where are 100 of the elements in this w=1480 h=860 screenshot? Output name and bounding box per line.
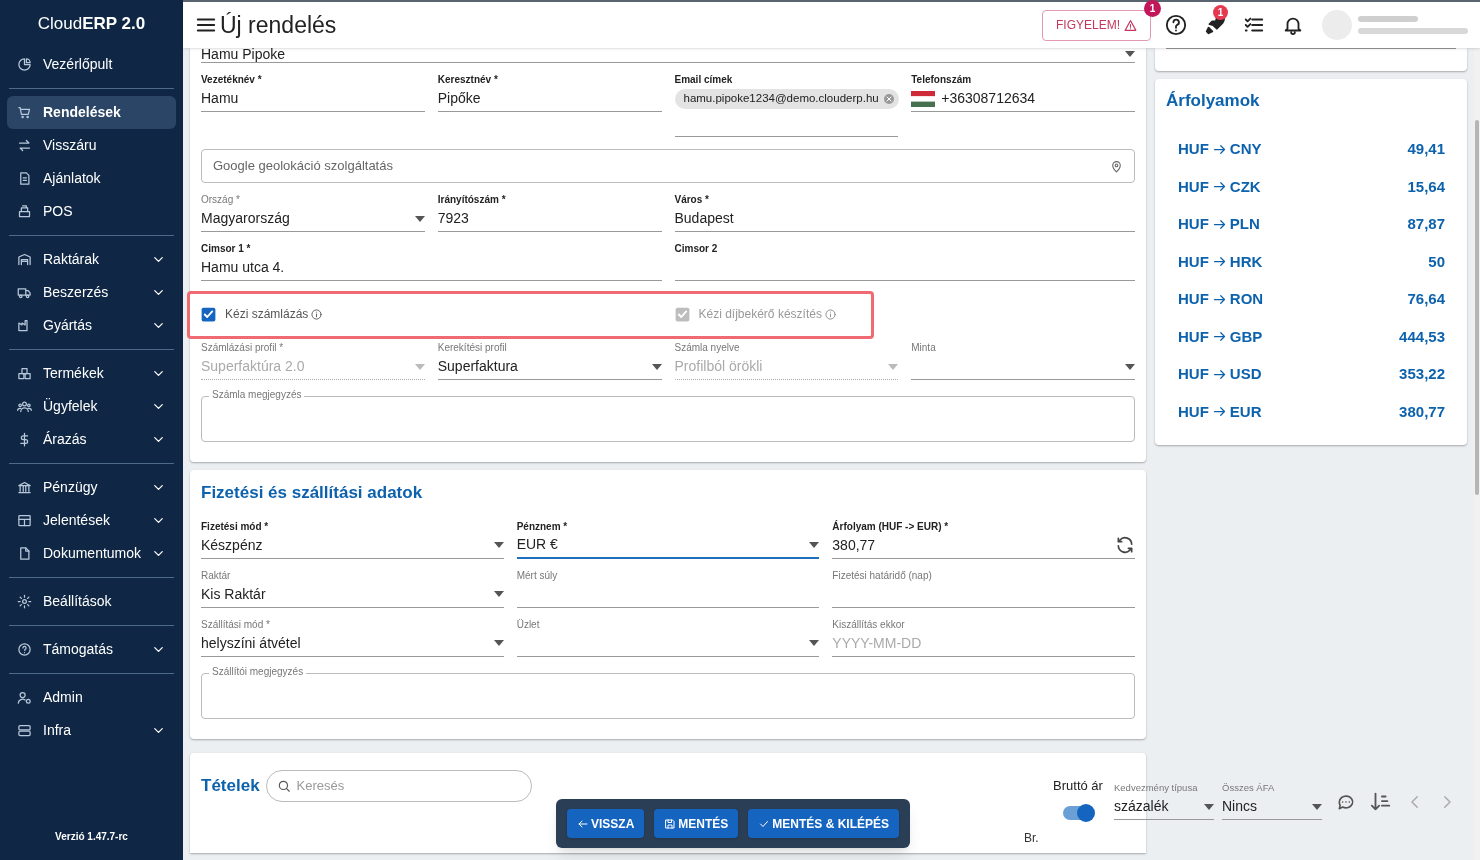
currency-code: HUF	[1178, 289, 1209, 309]
help-icon[interactable]	[1165, 14, 1187, 36]
checkbox[interactable]	[201, 306, 216, 322]
section-title: Tételek	[201, 774, 260, 797]
exchange-rate-value: 87,87	[1407, 214, 1445, 234]
field-label: Email címek	[674, 73, 733, 86]
dropdown-caret-icon	[414, 215, 425, 222]
phone-field[interactable]: +36308712634	[911, 86, 1135, 112]
email-field[interactable]: hamu.pipoke1234@demo.clouderp.hu	[674, 86, 899, 137]
input-field[interactable]: Hamu	[201, 86, 425, 112]
dropdown-caret-icon	[651, 363, 662, 370]
currency-code: RON	[1229, 289, 1264, 309]
sidebar-item[interactable]: Dokumentumok	[7, 537, 176, 570]
warehouse-icon	[17, 252, 32, 267]
document-icon	[17, 171, 32, 186]
table-icon	[17, 513, 32, 528]
sidebar-item[interactable]: Árazás	[7, 423, 176, 456]
sidebar-item[interactable]: POS	[7, 195, 176, 228]
sort-icon[interactable]	[1370, 791, 1392, 813]
action-button[interactable]: MENTÉS	[654, 809, 739, 838]
currency-code: PLN	[1229, 214, 1260, 234]
swap-arrows-icon	[17, 138, 32, 153]
user-gear-icon	[17, 690, 32, 705]
field-label: Számla nyelve	[674, 341, 740, 354]
checkbox-label: Kézi díjbekérő készítés	[698, 306, 822, 323]
sidebar-item[interactable]: Támogatás	[7, 633, 176, 666]
exchange-rate-value: 353,22	[1399, 364, 1445, 384]
select-field[interactable]: Magyarország	[201, 206, 425, 232]
dropdown-caret-icon	[1125, 363, 1135, 370]
select-field[interactable]: Hamu Pipoke	[201, 48, 1135, 63]
sidebar-item[interactable]: Jelentések	[7, 504, 176, 537]
field-label: Mért súly	[516, 568, 558, 582]
remove-chip-icon[interactable]	[882, 93, 895, 105]
dropdown-caret-icon	[1125, 51, 1135, 57]
select-field[interactable]: helyszíni átvétel	[201, 630, 504, 657]
select-field[interactable]: Készpénz	[201, 532, 504, 559]
input-field[interactable]: Hamu utca 4.	[201, 255, 662, 281]
select-field[interactable]: Nincs	[1222, 794, 1322, 820]
hungary-flag-icon[interactable]	[911, 90, 936, 107]
currency-code: HUF	[1178, 364, 1209, 384]
location-pin-icon	[1110, 159, 1123, 173]
bank-icon	[17, 480, 32, 495]
currency-code: HUF	[1178, 401, 1209, 422]
sidebar-item[interactable]: Visszáru	[7, 129, 176, 162]
truck-icon	[17, 285, 32, 300]
field-label: Számlázási profil *	[201, 341, 284, 354]
currency-code: HUF	[1178, 251, 1209, 272]
field-label: Kedvezmény típusa	[1114, 781, 1199, 794]
dropdown-caret-icon	[414, 363, 425, 370]
users-icon	[17, 399, 32, 414]
field-label: Szállítói megjegyzés	[209, 665, 307, 678]
sidebar-item[interactable]: Gyártás	[7, 309, 176, 342]
input-field[interactable]: 7923	[437, 206, 662, 232]
currency-code: HRK	[1229, 251, 1263, 272]
action-button[interactable]: VISSZA	[567, 809, 645, 838]
dropdown-caret-icon	[1312, 803, 1322, 810]
field-label: Kerekítési profil	[437, 341, 507, 354]
select-field[interactable]: Superfaktura	[437, 354, 662, 380]
field-label: Szállítási mód *	[201, 617, 270, 631]
field-label: Ország *	[201, 193, 240, 206]
address-search-field[interactable]: Google geolokáció szolgáltatás	[201, 149, 1135, 183]
sidebar-item[interactable]: Ajánlatok	[7, 162, 176, 195]
sidebar-item[interactable]: Rendelések	[7, 96, 176, 129]
input-field[interactable]: Pipőke	[437, 86, 662, 112]
refresh-icon[interactable]	[1115, 535, 1135, 555]
select-field[interactable]: Kis Raktár	[201, 581, 504, 608]
sidebar-item[interactable]: Termékek	[7, 357, 176, 390]
exchange-rate-value: 444,53	[1399, 326, 1445, 347]
sidebar-item[interactable]: Pénzügy	[7, 471, 176, 504]
input-field[interactable]: Budapest	[674, 206, 1135, 232]
select-field[interactable]: százalék	[1114, 794, 1214, 820]
scrollbar-track[interactable]	[1474, 48, 1480, 860]
checkbox-label: Kézi számlázás	[225, 306, 309, 323]
dropdown-caret-icon	[1204, 803, 1214, 810]
sidebar-item[interactable]: Admin	[7, 681, 176, 714]
sidebar-item[interactable]: Beszerzés	[7, 276, 176, 309]
sidebar-item[interactable]: Vezérlőpult	[7, 48, 176, 81]
field-label: Raktár	[201, 568, 231, 582]
currency-code: HUF	[1178, 139, 1209, 159]
field-label: Pénznem *	[516, 519, 568, 533]
comment-icon[interactable]	[1336, 792, 1356, 812]
select-field[interactable]: EUR €	[516, 532, 820, 559]
sidebar-item[interactable]: Raktárak	[7, 243, 176, 276]
sidebar-item[interactable]: Infra	[7, 714, 176, 747]
toggle-switch[interactable]	[1063, 805, 1093, 820]
exchange-rate-value: 76,64	[1407, 289, 1445, 309]
boxes-icon	[17, 366, 32, 381]
app-logo: CloudERP 2.0	[36, 13, 147, 36]
field-label: Minta	[911, 341, 936, 354]
sidebar-item[interactable]: Beállítások	[7, 585, 176, 618]
settings-icon	[17, 594, 32, 609]
input-field[interactable]: 380,77	[832, 532, 1135, 559]
action-button[interactable]: MENTÉS & KILÉPÉS	[748, 809, 900, 838]
column-header: Br.	[1024, 829, 1039, 847]
exchange-rate-value: 50	[1428, 251, 1445, 272]
currency-code: HUF	[1178, 176, 1209, 197]
scrollbar-thumb[interactable]	[1475, 120, 1479, 495]
file-icon	[17, 546, 32, 561]
field-label: Számla megjegyzés	[209, 389, 305, 401]
sidebar-item[interactable]: Ügyfelek	[7, 390, 176, 423]
